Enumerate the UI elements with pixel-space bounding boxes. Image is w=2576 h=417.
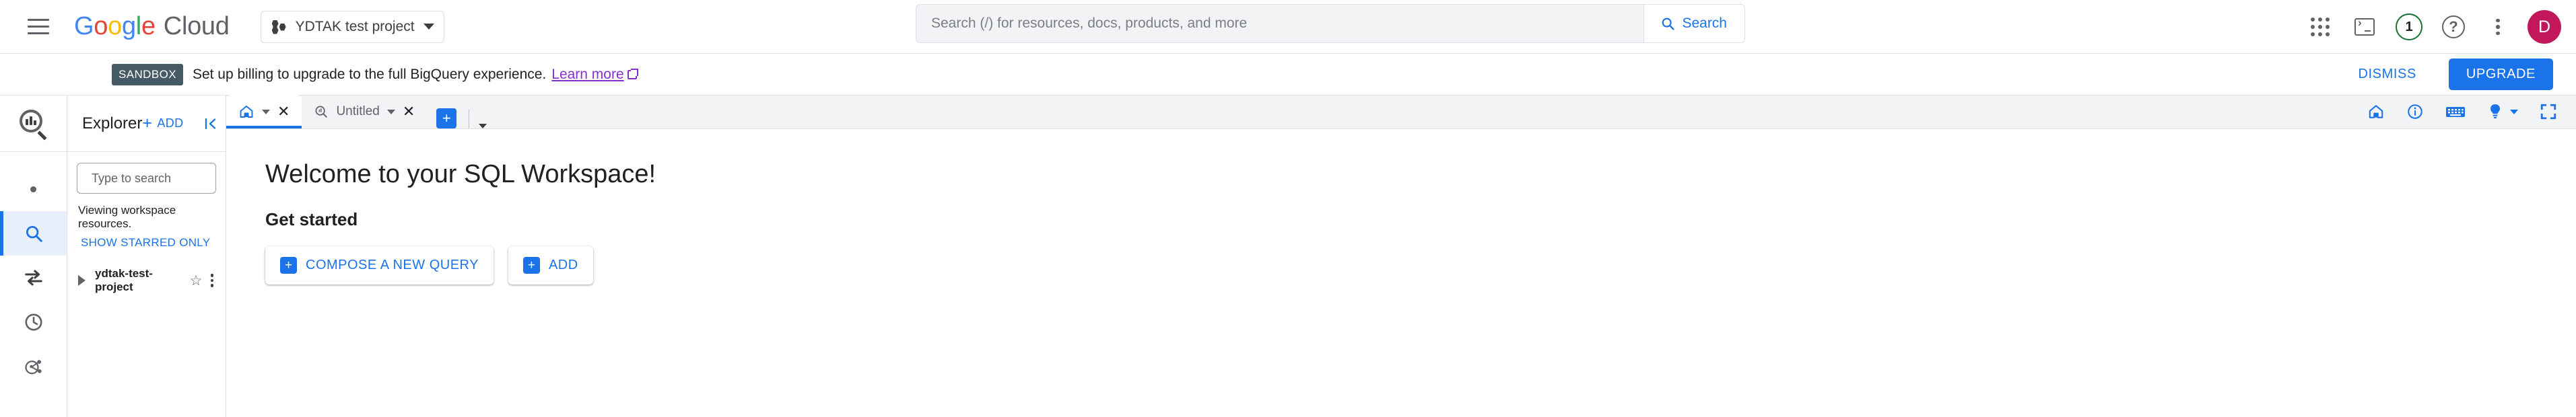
project-tree-label: ydtak-test-project (95, 267, 153, 293)
cloud-shell-icon[interactable] (2346, 8, 2383, 46)
hamburger-icon[interactable] (19, 7, 58, 46)
explorer-search: ? (77, 163, 268, 194)
close-icon[interactable]: ✕ (403, 104, 415, 119)
chevron-down-icon[interactable] (262, 109, 270, 114)
external-link-icon (627, 68, 638, 79)
tab-bar: ✕ Untitled ✕ + (226, 95, 2576, 129)
explorer-body: ? Viewing workspace resources. SHOW STAR… (67, 152, 268, 294)
list-item[interactable]: ydtak-test-project ☆ (77, 267, 216, 294)
explorer-note: Viewing workspace resources. (78, 204, 176, 230)
rail-item-dot[interactable] (0, 167, 67, 211)
upgrade-button[interactable]: UPGRADE (2448, 59, 2553, 90)
plus-icon: + (142, 114, 153, 132)
add-data-card[interactable]: + ADD (508, 246, 593, 285)
new-tab-button[interactable]: + (436, 108, 457, 128)
keyboard-shortcuts-icon[interactable] (2445, 104, 2466, 120)
home-icon (240, 106, 253, 118)
chevron-down-icon (2510, 109, 2518, 114)
new-tab-dropdown-icon[interactable] (479, 124, 487, 128)
learn-more-label: Learn more (551, 66, 624, 82)
explorer-add-button[interactable]: + ADD (142, 115, 183, 132)
banner-message: Set up billing to upgrade to the full Bi… (192, 66, 547, 82)
tab-untitled[interactable]: Untitled ✕ (302, 95, 427, 128)
plus-square-icon: + (280, 257, 297, 274)
sandbox-banner: SANDBOX Set up billing to upgrade to the… (0, 54, 2576, 96)
avatar[interactable]: D (2528, 10, 2561, 44)
body: Explorer + ADD ? Vie (0, 95, 2576, 417)
chevron-down-icon[interactable] (386, 109, 395, 114)
fullscreen-icon[interactable] (2540, 103, 2557, 120)
tab-home[interactable]: ✕ (226, 95, 302, 128)
share-network-icon (24, 360, 42, 375)
page-title: Explorer (82, 114, 143, 132)
welcome-content: Welcome to your SQL Workspace! Get start… (226, 129, 2576, 417)
lightbulb-icon[interactable] (2487, 103, 2518, 120)
info-icon[interactable] (2406, 103, 2424, 120)
chevron-down-icon (423, 24, 434, 30)
transfers-arrows-icon (24, 270, 42, 286)
search-input[interactable] (916, 5, 1644, 42)
kebab-menu-icon[interactable] (210, 274, 213, 287)
home-icon[interactable] (2367, 103, 2385, 120)
tab-label: Untitled (336, 104, 380, 118)
status-badge: SANDBOX (112, 63, 183, 85)
project-selector-label: YDTAK test project (295, 18, 415, 34)
help-icon[interactable]: ? (2435, 8, 2472, 46)
get-started-title: Get started (265, 209, 358, 229)
rail-item-analytics-hub[interactable] (0, 344, 67, 389)
google-cloud-logo[interactable]: Google Cloud (74, 12, 230, 41)
apps-grid-icon[interactable] (2301, 8, 2339, 46)
rail-item-scheduled-queries[interactable] (0, 300, 67, 344)
search-icon (26, 226, 42, 242)
top-header: Google Cloud YDTAK test project Search 1… (0, 0, 2576, 54)
explorer-panel: Explorer + ADD ? Vie (67, 96, 268, 417)
welcome-title: Welcome to your SQL Workspace! (265, 160, 656, 188)
header-actions: 1 ? D (2301, 0, 2561, 54)
get-started-cards: + COMPOSE A NEW QUERY + ADD (265, 246, 2576, 285)
bigquery-query-icon (315, 106, 328, 118)
notification-count: 1 (2396, 13, 2422, 40)
rail-item-search[interactable] (0, 211, 67, 256)
explorer-header: Explorer + ADD (67, 96, 226, 152)
project-hexagons-icon (271, 20, 287, 34)
dismiss-button[interactable]: DISMISS (2348, 60, 2425, 89)
rail-item-transfers[interactable] (0, 256, 67, 300)
workspace-toolbar (2367, 95, 2557, 128)
left-rail (0, 96, 67, 417)
add-data-label: ADD (548, 258, 578, 272)
compose-new-query-card[interactable]: + COMPOSE A NEW QUERY (265, 246, 494, 285)
banner-actions: DISMISS UPGRADE (2348, 59, 2553, 90)
google-wordmark: Google (74, 12, 156, 40)
clock-icon (24, 313, 42, 331)
global-search: Search (916, 4, 1745, 43)
dot-icon (30, 186, 36, 192)
close-icon[interactable]: ✕ (277, 104, 290, 119)
triangle-right-icon[interactable] (78, 275, 86, 286)
star-outline-icon[interactable]: ☆ (190, 272, 203, 289)
search-button[interactable]: Search (1643, 5, 1744, 42)
bigquery-logo-icon[interactable] (0, 96, 67, 152)
workspace-main: ✕ Untitled ✕ + Welcome to your SQL Works… (226, 95, 2576, 417)
search-button-label: Search (1682, 15, 1727, 31)
more-options-icon[interactable] (2479, 8, 2517, 46)
explorer-add-label: ADD (157, 116, 184, 130)
compose-new-query-label: COMPOSE A NEW QUERY (306, 258, 479, 272)
search-icon (1662, 17, 1674, 30)
project-selector[interactable]: YDTAK test project (260, 10, 444, 43)
plus-square-icon: + (522, 257, 540, 274)
show-starred-only-button[interactable]: SHOW STARRED ONLY (81, 236, 216, 250)
explorer-search-input[interactable] (92, 171, 248, 186)
learn-more-link[interactable]: Learn more (551, 66, 638, 83)
cloud-wordmark: Cloud (163, 12, 230, 40)
notifications-icon[interactable]: 1 (2390, 8, 2428, 46)
